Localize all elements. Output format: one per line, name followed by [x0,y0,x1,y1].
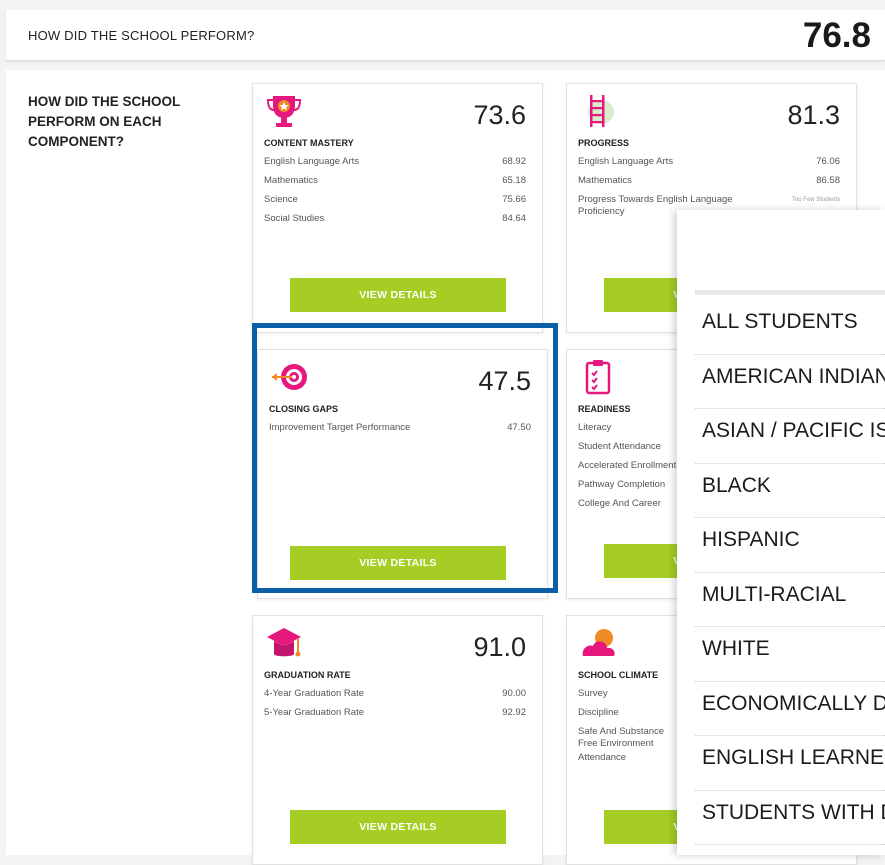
cloud-sun-icon [582,629,615,656]
metric-row: Mathematics 86.58 [578,175,840,194]
subgroup-item[interactable]: WHITE [695,627,885,682]
card-title: READINESS [578,404,631,414]
ladder-icon [588,95,614,127]
metric-row: English Language Arts 76.06 [578,156,840,175]
metric-label: College And Career [578,498,661,509]
metric-value: 47.50 [507,422,531,433]
component-question: HOW DID THE SCHOOL PERFORM ON EACH COMPO… [28,94,181,149]
metric-label: English Language Arts [264,156,360,167]
metric-label: 5-Year Graduation Rate [264,707,364,718]
metric-row: 4-Year Graduation Rate 90.00 [264,688,526,707]
card-title: CONTENT MASTERY [264,138,354,148]
subgroup-item[interactable]: ASIAN / PACIFIC ISLANDER [695,409,885,464]
card-closing-gaps: 47.5 CLOSING GAPS Improvement Target Per… [257,349,548,599]
subgroup-list: ALL STUDENTS AMERICAN INDIAN ASIAN / PAC… [695,300,885,845]
subgroup-panel: ALL STUDENTS AMERICAN INDIAN ASIAN / PAC… [677,210,885,855]
metric-label: Pathway Completion [578,479,666,490]
subgroup-item[interactable]: ECONOMICALLY DISADVANTAGED [695,682,885,736]
subgroup-item[interactable]: ENGLISH LEARNERS [695,736,885,791]
metric-label: Student Attendance [578,441,661,452]
overall-question: HOW DID THE SCHOOL PERFORM? [28,28,255,43]
metric-value: 86.58 [816,175,840,186]
metric-row: English Language Arts 68.92 [264,156,526,175]
card-graduation-rate: 91.0 GRADUATION RATE 4-Year Graduation R… [252,615,543,865]
metric-label: Literacy [578,422,612,433]
card-title: SCHOOL CLIMATE [578,670,659,680]
metric-row: Improvement Target Performance 47.50 [269,422,531,441]
metric-row: Social Studies 84.64 [264,213,526,232]
metric-label: Mathematics [264,175,318,186]
target-icon [272,364,307,390]
overall-score: 76.8 [802,16,871,55]
metric-label: Science [264,194,298,205]
clipboard-icon [585,360,611,395]
metric-value: 75.66 [502,194,526,205]
card-score: 81.3 [787,100,840,130]
trophy-icon [266,96,302,127]
subgroup-item[interactable]: ALL STUDENTS [695,300,885,355]
view-details-button[interactable]: VIEW DETAILS [290,278,506,312]
metric-value: 65.18 [502,175,526,186]
subgroup-item[interactable]: MULTI-RACIAL [695,573,885,627]
metric-label: English Language Arts [578,156,674,167]
metric-label: Survey [578,688,608,699]
card-title: PROGRESS [578,138,630,148]
card-score: 73.6 [473,100,526,130]
metric-label: 4-Year Graduation Rate [264,688,364,699]
metric-value: 92.92 [502,707,526,718]
subgroup-item[interactable]: AMERICAN INDIAN [695,355,885,409]
metric-value: 90.00 [502,688,526,699]
card-score: 91.0 [473,632,526,662]
metric-label: Social Studies [264,213,325,224]
subgroup-item[interactable]: HISPANIC [695,518,885,573]
metric-row: Mathematics 65.18 [264,175,526,194]
metric-label: Discipline [578,707,619,718]
metric-label: Mathematics [578,175,632,186]
card-content-mastery: 73.6 CONTENT MASTERY English Language Ar… [252,83,543,333]
panel-divider [695,290,885,295]
view-details-button[interactable]: VIEW DETAILS [290,810,506,844]
graduation-cap-icon [267,628,301,657]
subgroup-item[interactable]: STUDENTS WITH DISABILITIES [695,791,885,845]
metric-value: 76.06 [816,156,840,167]
card-title: GRADUATION RATE [264,670,351,680]
card-title: CLOSING GAPS [269,404,339,414]
metric-label: Improvement Target Performance [269,422,411,433]
overall-score-bar: HOW DID THE SCHOOL PERFORM? 76.8 [6,10,885,61]
metric-row: 5-Year Graduation Rate 92.92 [264,707,526,726]
metric-label: Safe And Substance Free Environment [578,726,665,749]
card-score: 47.5 [478,366,531,396]
metric-label: Accelerated Enrollment [578,460,677,471]
metric-row: Science 75.66 [264,194,526,213]
view-details-button[interactable]: VIEW DETAILS [290,546,506,580]
metric-label: Attendance [578,752,627,763]
subgroup-item[interactable]: BLACK [695,464,885,518]
metric-value: 68.92 [502,156,526,167]
metric-value: 84.64 [502,213,526,224]
